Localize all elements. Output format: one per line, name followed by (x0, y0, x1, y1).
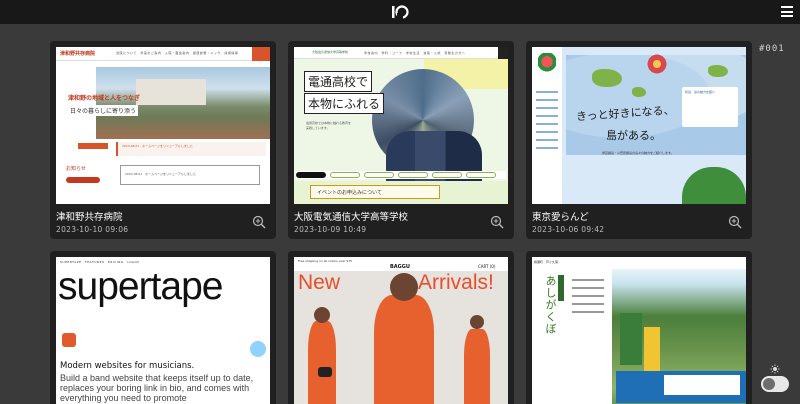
gallery-card[interactable]: 大阪電気通信大学高等学校 学校案内 学科・コース 学校生活 進路・入試 受験生の… (288, 41, 514, 239)
card-title[interactable]: 津和野共存病院 (56, 209, 123, 223)
theme-toggle[interactable] (761, 376, 789, 392)
thumb-banner: Arrivals! (418, 271, 494, 294)
thumb-brand: BAGGU (390, 264, 410, 270)
thumb-nav: 横瀬町 芦ヶ久保 (534, 260, 559, 264)
gallery-card[interactable]: きっと好きになる、 島がある。 利島 島の魅力を紹介 伊豆諸島・小笠原諸島の島々… (526, 41, 752, 239)
gallery-card[interactable]: 横瀬町 芦ヶ久保 あしがくぼ (526, 251, 752, 404)
site-thumbnail[interactable]: 大阪電気通信大学高等学校 学校案内 学科・コース 学校生活 進路・入試 受験生の… (294, 47, 508, 204)
site-thumbnail[interactable]: 横瀬町 芦ヶ久保 あしがくぼ (532, 257, 746, 404)
card-title[interactable]: 東京愛らんど (532, 209, 589, 223)
site-thumbnail[interactable]: SUPERTAPE FEATURES PRICING LOGIN superta… (56, 257, 270, 404)
thumb-subtitle: Modern websites for musicians. (60, 361, 195, 371)
toggle-knob (763, 378, 775, 390)
site-thumbnail[interactable]: 津和野共存病院 当院について 外来のご案内 入院・面会案内 健康診断・ドック 採… (56, 47, 270, 204)
app-icon (62, 333, 76, 347)
zoom-in-icon[interactable] (490, 215, 504, 229)
thumb-nav: SUPERTAPE FEATURES PRICING LOGIN (60, 260, 140, 264)
io-logo-icon[interactable] (390, 4, 410, 20)
thumb-body: Build a band website that keeps itself u… (60, 373, 254, 403)
thumb-card-text: 利島 島の魅力を紹介 (685, 90, 716, 94)
hamburger-menu-icon[interactable] (781, 6, 793, 17)
thumb-notice-label: お知らせ (66, 166, 86, 172)
thumb-hero-line: 津和野の地域と人をつなぎ (68, 95, 141, 102)
badge-icon (250, 341, 266, 357)
card-date: 2023-10-09 10:49 (294, 225, 367, 234)
item-counter: #001 (759, 44, 785, 54)
thumb-nav: 当院について 外来のご案内 入院・面会案内 健康診断・ドック 採用情報 (116, 51, 239, 55)
gallery-card[interactable]: Free shipping on all orders over $75 BAG… (288, 251, 514, 404)
card-title[interactable]: 大阪電気通信大学高等学校 (294, 209, 408, 223)
card-date: 2023-10-06 09:42 (532, 225, 605, 234)
gallery-card[interactable]: 津和野共存病院 当院について 外来のご案内 入院・面会案内 健康診断・ドック 採… (50, 41, 276, 239)
thumb-news: 2023.08.01 ホームページをリニューアルしました (122, 144, 193, 148)
thumb-hero-line: 日々の暮らしに寄り添う (68, 105, 139, 116)
thumb-banner: New (298, 271, 341, 294)
thumb-nav: 学校案内 学科・コース 学校生活 進路・入試 受験生の方へ (364, 51, 466, 55)
thumb-body: 電通高校では本物に触れる教育を実践しています。 (306, 121, 352, 130)
thumb-notice-text: 2023.08.01 ホームページをリニューアルしました (125, 172, 196, 176)
card-date: 2023-10-10 09:06 (56, 225, 129, 234)
thumb-headline: 電通高校で (304, 71, 373, 92)
thumb-wordmark: supertape (58, 265, 223, 308)
top-bar (0, 0, 800, 24)
zoom-in-icon[interactable] (252, 215, 266, 229)
thumb-headline: 本物にふれる (304, 93, 385, 114)
thumb-brand: 津和野共存病院 (60, 51, 96, 57)
sun-icon (770, 364, 780, 374)
thumb-logo: 大阪電気通信大学高等学校 (312, 50, 349, 54)
thumb-cart: CART (0) (478, 264, 496, 269)
thumb-nav: Free shipping on all orders over $75 (298, 259, 353, 263)
thumb-vertical-title: あしがくぼ (544, 275, 557, 335)
zoom-in-icon[interactable] (728, 215, 742, 229)
site-thumbnail[interactable]: きっと好きになる、 島がある。 利島 島の魅力を紹介 伊豆諸島・小笠原諸島の島々… (532, 47, 746, 204)
thumb-body: 伊豆諸島・小笠原諸島の島々の魅力をご紹介します。 (602, 151, 674, 155)
thumb-calligraphy: 島がある。 (606, 129, 661, 142)
gallery-card[interactable]: SUPERTAPE FEATURES PRICING LOGIN superta… (50, 251, 276, 404)
thumb-event: イベントのお申込みについて (317, 190, 382, 196)
site-thumbnail[interactable]: Free shipping on all orders over $75 BAG… (294, 257, 508, 404)
